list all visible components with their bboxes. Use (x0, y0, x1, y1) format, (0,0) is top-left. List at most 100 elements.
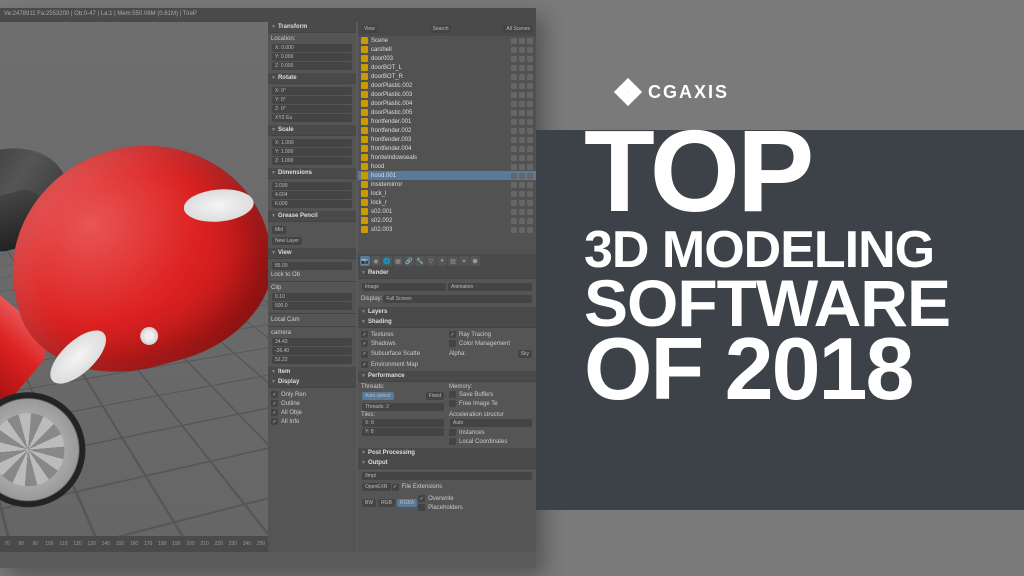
placeholders-checkbox[interactable]: Placeholders (418, 503, 533, 512)
autodetect-button[interactable]: Auto-detect (362, 392, 394, 400)
outliner-item[interactable]: s02.001 (358, 207, 536, 216)
constraints-tab-icon[interactable]: 🔗 (404, 256, 414, 266)
display-header[interactable]: Display (268, 377, 356, 387)
color-mgmt-checkbox[interactable]: Color Management (449, 339, 533, 348)
particles-tab-icon[interactable]: ✦ (459, 256, 469, 266)
outliner-item[interactable]: hood.001 (358, 171, 536, 180)
outliner-item[interactable]: doorPlastic.002 (358, 81, 536, 90)
outliner[interactable]: Scenecarshelldoor003doorBOT_LdoorBOT_Rdo… (358, 36, 536, 254)
outliner-item[interactable]: s02.002 (358, 216, 536, 225)
format-dropdown[interactable]: OpenEXR (362, 483, 391, 491)
outliner-item[interactable]: Scene (358, 36, 536, 45)
visibility-toggles[interactable] (511, 209, 533, 215)
outliner-item[interactable]: frontfender.003 (358, 135, 536, 144)
dim-x-field[interactable]: 2.099 (272, 182, 352, 190)
outliner-view-menu[interactable]: View (361, 25, 378, 33)
visibility-toggles[interactable] (511, 200, 533, 206)
new-layer-button[interactable]: New Layer (272, 237, 302, 245)
visibility-toggles[interactable] (511, 137, 533, 143)
frame-tick[interactable]: 80 (14, 541, 28, 547)
frame-tick[interactable]: 170 (141, 541, 155, 547)
outliner-item[interactable]: insidemirror (358, 180, 536, 189)
lens-field[interactable]: 85.00 (272, 262, 352, 270)
visibility-toggles[interactable] (511, 191, 533, 197)
frame-tick[interactable]: 230 (226, 541, 240, 547)
instances-checkbox[interactable]: Instances (449, 428, 533, 437)
view-header[interactable]: View (268, 248, 356, 258)
grease-pencil-header[interactable]: Grease Pencil (268, 211, 356, 221)
visibility-toggles[interactable] (511, 56, 533, 62)
frame-tick[interactable]: 240 (240, 541, 254, 547)
outliner-item[interactable]: lock_r (358, 198, 536, 207)
performance-header[interactable]: Performance (358, 371, 536, 381)
frame-tick[interactable]: 100 (42, 541, 56, 547)
shading-header[interactable]: Shading (358, 317, 536, 327)
fixed-button[interactable]: Fixed (426, 392, 444, 400)
loc-z-field[interactable]: Z: 0.000 (272, 62, 352, 70)
texture-tab-icon[interactable]: ▨ (448, 256, 458, 266)
rot-z-field[interactable]: Z: 0° (272, 105, 352, 113)
rgb-button[interactable]: RGB (378, 499, 395, 507)
loc-x-field[interactable]: X: 0.000 (272, 44, 352, 52)
visibility-toggles[interactable] (511, 119, 533, 125)
cam-z-field[interactable]: 52.22 (272, 356, 352, 364)
alpha-sky-button[interactable]: Sky (518, 350, 532, 358)
frame-tick[interactable]: 70 (0, 541, 14, 547)
frame-tick[interactable]: 220 (212, 541, 226, 547)
frame-tick[interactable]: 110 (56, 541, 70, 547)
display-dropdown[interactable]: Full Screen (383, 295, 532, 303)
visibility-toggles[interactable] (511, 218, 533, 224)
render-animation-button[interactable]: Animation (448, 283, 532, 291)
outliner-search-menu[interactable]: Search (430, 25, 452, 33)
frame-tick[interactable]: 200 (183, 541, 197, 547)
free-image-checkbox[interactable]: Free Image Te (449, 399, 533, 408)
visibility-toggles[interactable] (511, 83, 533, 89)
world-tab-icon[interactable]: 🌐 (382, 256, 392, 266)
overwrite-checkbox[interactable]: Overwrite (418, 494, 533, 503)
rot-y-field[interactable]: Y: 0° (272, 96, 352, 104)
item-header[interactable]: Item (268, 367, 356, 377)
raytracing-checkbox[interactable]: Ray Tracing (449, 330, 533, 339)
frame-tick[interactable]: 250 (254, 541, 268, 547)
file-ext-checkbox[interactable]: File Extensions (392, 483, 533, 492)
all-info-checkbox[interactable]: All Info (271, 417, 353, 426)
outliner-item[interactable]: doorPlastic.005 (358, 108, 536, 117)
visibility-toggles[interactable] (511, 173, 533, 179)
frame-tick[interactable]: 130 (85, 541, 99, 547)
rgba-button[interactable]: RGBA (397, 499, 417, 507)
cam-x-field[interactable]: 34.43 (272, 338, 352, 346)
outliner-item[interactable]: frontfender.002 (358, 126, 536, 135)
object-tab-icon[interactable]: ▦ (393, 256, 403, 266)
visibility-toggles[interactable] (511, 92, 533, 98)
frame-tick[interactable]: 190 (169, 541, 183, 547)
local-coord-checkbox[interactable]: Local Coordinates (449, 437, 533, 446)
outliner-item[interactable]: carshell (358, 45, 536, 54)
outliner-item[interactable]: lock_l (358, 189, 536, 198)
bw-button[interactable]: BW (362, 499, 376, 507)
visibility-toggles[interactable] (511, 74, 533, 80)
transform-header[interactable]: Transform (268, 22, 356, 32)
outliner-item[interactable]: doorBOT_L (358, 63, 536, 72)
visibility-toggles[interactable] (511, 128, 533, 134)
frame-tick[interactable]: 160 (127, 541, 141, 547)
visibility-toggles[interactable] (511, 110, 533, 116)
material-tab-icon[interactable]: ● (437, 256, 447, 266)
visibility-toggles[interactable] (511, 182, 533, 188)
visibility-toggles[interactable] (511, 47, 533, 53)
outliner-item[interactable]: door003 (358, 54, 536, 63)
clip-start-field[interactable]: 0.10 (272, 293, 352, 301)
dimensions-header[interactable]: Dimensions (268, 168, 356, 178)
properties-right-panel[interactable]: View Search All Scenes Scenecarshelldoor… (358, 22, 536, 552)
visibility-toggles[interactable] (511, 227, 533, 233)
layers-header[interactable]: Layers (358, 307, 536, 317)
data-tab-icon[interactable]: ▽ (426, 256, 436, 266)
outliner-item[interactable]: frontwindowseals (358, 153, 536, 162)
modifiers-tab-icon[interactable]: 🔧 (415, 256, 425, 266)
render-tab-icon[interactable]: 📷 (360, 256, 370, 266)
dim-y-field[interactable]: 4.604 (272, 191, 352, 199)
visibility-toggles[interactable] (511, 65, 533, 71)
only-render-checkbox[interactable]: Only Ren (271, 390, 353, 399)
outliner-item[interactable]: s02.003 (358, 225, 536, 234)
textures-checkbox[interactable]: Textures (361, 330, 445, 339)
tiles-x-field[interactable]: X: 8 (362, 419, 444, 427)
